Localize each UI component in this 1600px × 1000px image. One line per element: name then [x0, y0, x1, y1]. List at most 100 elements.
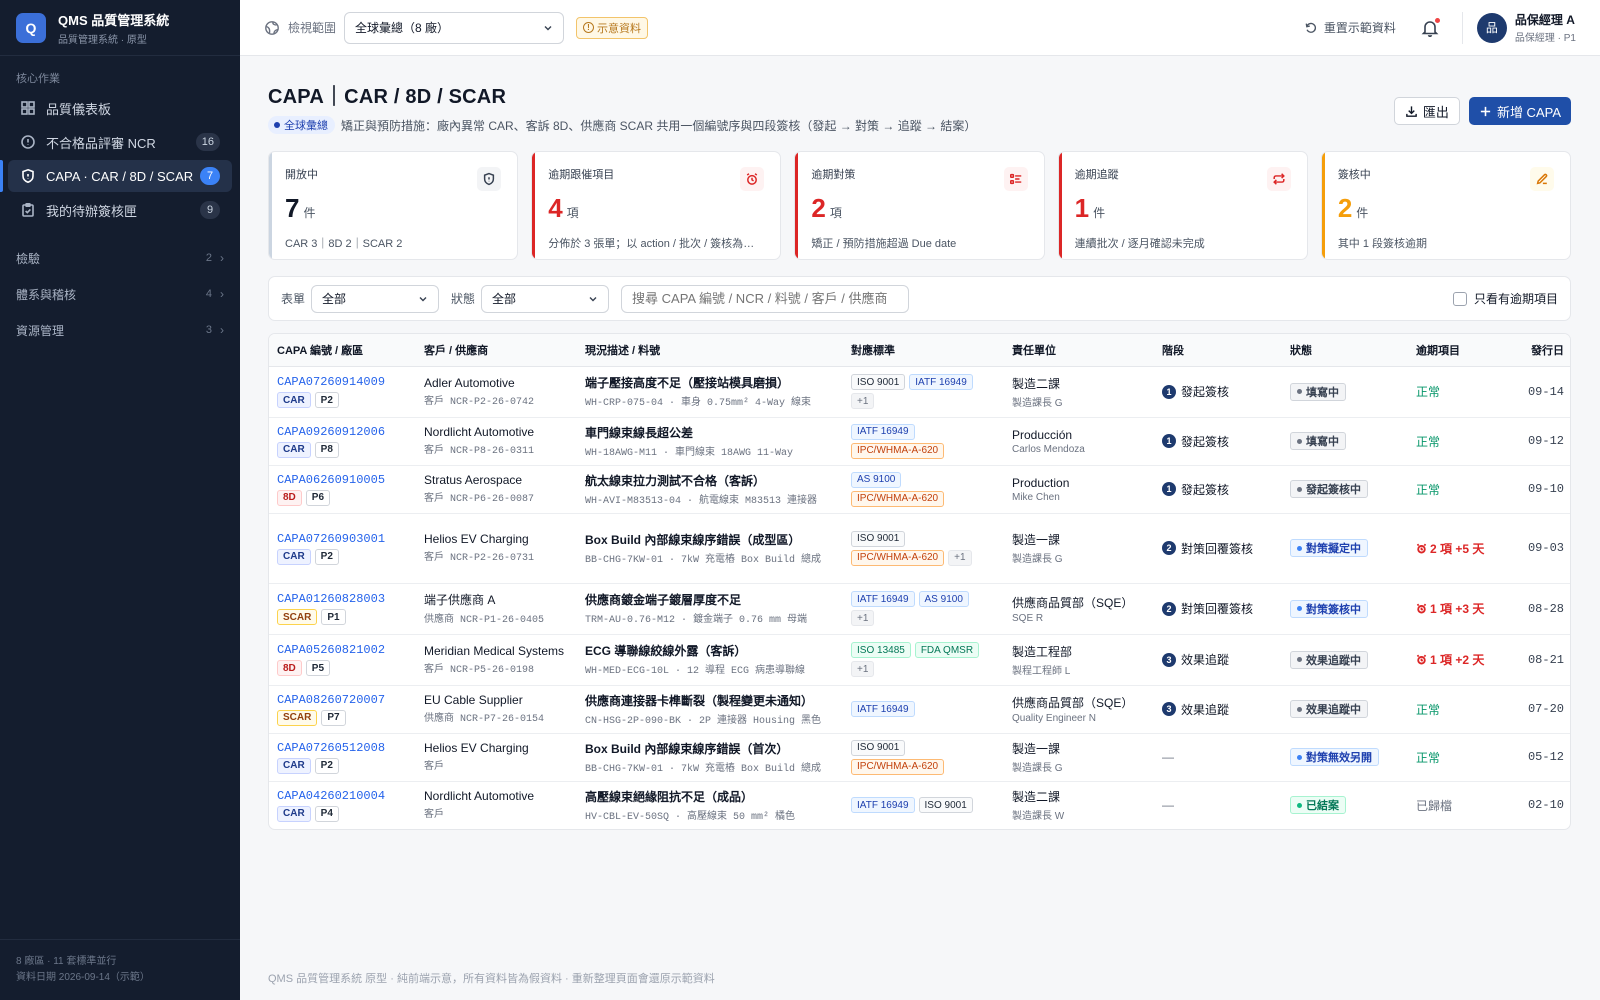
- scope-label: 檢視範圍: [288, 21, 337, 35]
- capa-id-link[interactable]: CAPA06260910005: [277, 473, 408, 487]
- scope-select[interactable]: 全球彙總（8 廠）: [344, 11, 565, 44]
- nav-group-inspection[interactable]: 檢驗 2 ›: [8, 240, 232, 276]
- cell-status: 對策無效另開: [1282, 733, 1408, 782]
- capa-id-link[interactable]: CAPA07260512008: [277, 741, 408, 755]
- stage-number: 3: [1162, 702, 1176, 716]
- user-menu[interactable]: 品 品保經理 A 品保經理 · P1: [1476, 11, 1576, 44]
- standard-tag: +1: [851, 661, 875, 677]
- notifications-button[interactable]: [1420, 16, 1441, 38]
- nav-group-system-audit[interactable]: 體系與稽核 4 ›: [8, 276, 232, 312]
- status-filter-select[interactable]: 全部: [481, 284, 610, 313]
- form-type-tag: 8D: [277, 660, 302, 676]
- issue-description: 高壓線束絕緣阻抗不足（成品）: [585, 789, 754, 804]
- form-filter-select[interactable]: 全部: [311, 284, 440, 313]
- capa-id-link[interactable]: CAPA05260821002: [277, 643, 408, 657]
- table-row[interactable]: CAPA05260821002 8D P5 Meridian Medical S…: [269, 634, 1570, 686]
- table-row[interactable]: CAPA04260210004 CAR P4 Nordlicht Automot…: [269, 781, 1570, 829]
- overdue-label: 正常: [1416, 750, 1441, 765]
- notification-dot: [1433, 16, 1441, 24]
- plant-tag: P1: [321, 609, 346, 625]
- capa-id-link[interactable]: CAPA08260720007: [277, 693, 408, 707]
- column-header[interactable]: 客戶 / 供應商: [416, 334, 577, 367]
- sidebar-item-ncr[interactable]: 不合格品評審 NCR 16: [8, 126, 232, 158]
- party-name: Stratus Aerospace: [424, 473, 523, 487]
- new-capa-button[interactable]: 新增 CAPA: [1468, 97, 1571, 125]
- status-badge: 對策簽核中: [1290, 599, 1368, 618]
- table-row[interactable]: CAPA07260512008 CAR P2 Helios EV Chargin…: [269, 733, 1570, 782]
- table-row[interactable]: CAPA07260903001 CAR P2 Helios EV Chargin…: [269, 513, 1570, 584]
- sidebar-item-dashboard[interactable]: 品質儀表板: [8, 92, 232, 124]
- capa-id-link[interactable]: CAPA07260903001: [277, 532, 408, 546]
- search-input[interactable]: [621, 284, 910, 313]
- sidebar-item-capa[interactable]: CAPA · CAR / 8D / SCAR 7: [0, 160, 232, 192]
- table-row[interactable]: CAPA06260910005 8D P6 Stratus Aerospace …: [269, 465, 1570, 514]
- column-header[interactable]: 責任單位: [1004, 334, 1154, 367]
- overdue-only-toggle[interactable]: 只看有逾期項目: [1452, 290, 1558, 307]
- stage-label: —: [1162, 798, 1174, 813]
- issue-date: 08-21: [1518, 634, 1570, 686]
- kpi-card-overdue-tracking[interactable]: 逾期追蹤 1件 連續批次 / 逐月確認未完成: [1057, 151, 1308, 260]
- responsible-person: SQE R: [1012, 612, 1044, 624]
- kpi-card-overdue-actions[interactable]: 逾期對策 2項 矯正 / 預防措施超過 Due date: [794, 151, 1045, 260]
- cell-standards: AS 9100 IPC/WHMA-A-620: [843, 465, 1004, 514]
- alarm-icon: [740, 167, 765, 191]
- dashboard-icon: [21, 101, 35, 115]
- capa-id-link[interactable]: CAPA09260912006: [277, 425, 408, 439]
- capa-id-link[interactable]: CAPA01260828003: [277, 592, 408, 606]
- table-row[interactable]: CAPA07260914009 CAR P2 Adler Automotive …: [269, 366, 1570, 418]
- standard-tag: IPC/WHMA-A-620: [851, 490, 945, 507]
- cell-status: 對策擬定中: [1282, 513, 1408, 584]
- cell-standards: ISO 13485 FDA QMSR +1: [843, 634, 1004, 686]
- cell-overdue: 正常: [1408, 685, 1518, 734]
- column-header[interactable]: 階段: [1154, 334, 1282, 367]
- table-row[interactable]: CAPA01260828003 SCAR P1 端子供應商 A 供應商 NCR-…: [269, 583, 1570, 635]
- column-header[interactable]: 逾期項目: [1408, 334, 1518, 367]
- reset-demo-button[interactable]: 重置示範資料: [1304, 19, 1396, 36]
- table-row[interactable]: CAPA08260720007 SCAR P7 EU Cable Supplie…: [269, 685, 1570, 734]
- sidebar-footer-line: 資料日期 2026-09-14（示範）: [16, 972, 150, 983]
- cell-capa-id: CAPA08260720007 SCAR P7: [269, 685, 416, 734]
- standard-tag: IATF 16949: [851, 797, 915, 814]
- approvals-count-badge: 9: [200, 201, 220, 219]
- table-row[interactable]: CAPA09260912006 CAR P8 Nordlicht Automot…: [269, 417, 1570, 466]
- nav-group-resources[interactable]: 資源管理 3 ›: [8, 312, 232, 348]
- column-header[interactable]: 狀態: [1282, 334, 1408, 367]
- plant-tag: P2: [314, 548, 339, 565]
- kpi-note: 連續批次 / 逐月確認未完成: [1074, 238, 1205, 250]
- status-label: 效果追蹤中: [1306, 704, 1361, 716]
- export-button[interactable]: 匯出: [1393, 97, 1460, 125]
- cell-standards: IATF 16949 ISO 9001: [843, 781, 1004, 829]
- capa-table-card: CAPA 編號 / 廠區 客戶 / 供應商 現況描述 / 料號 對應標準 責任單位 階段狀…: [268, 333, 1571, 830]
- alarm-icon: [1416, 543, 1427, 553]
- column-header[interactable]: 現況描述 / 料號: [577, 334, 843, 367]
- chevron-right-icon: ›: [220, 287, 224, 301]
- column-header[interactable]: 對應標準: [843, 334, 1004, 367]
- kpi-card-open[interactable]: 開放中 7件 CAR 3｜8D 2｜SCAR 2: [268, 151, 519, 260]
- capa-table: CAPA 編號 / 廠區 客戶 / 供應商 現況描述 / 料號 對應標準 責任單位 階段狀…: [269, 334, 1570, 829]
- cell-description: 車門線束線長超公差 WH-18AWG-M11 · 車門線束 18AWG 11-W…: [577, 417, 843, 466]
- form-type-tag: SCAR: [277, 609, 318, 625]
- cell-description: 供應商連接器卡榫斷裂（製程變更未通知） CN-HSG-2P-090-BK · 2…: [577, 685, 843, 734]
- kpi-value: 2: [1337, 193, 1353, 223]
- standard-tag: ISO 13485: [851, 642, 911, 658]
- capa-id-link[interactable]: CAPA07260914009: [277, 375, 408, 389]
- column-header[interactable]: CAPA 編號 / 廠區: [269, 334, 416, 367]
- sidebar-item-approvals[interactable]: 我的待辦簽核匣 9: [8, 194, 232, 226]
- chevron-right-icon: ›: [220, 323, 224, 337]
- capa-id-link[interactable]: CAPA04260210004: [277, 789, 408, 803]
- cell-description: ECG 導聯線絞線外露（客訴） WH-MED-ECG-10L · 12 導程 E…: [577, 634, 843, 686]
- cell-party: Helios EV Charging 客戶: [416, 733, 577, 782]
- kpi-card-in-approval[interactable]: 簽核中 2件 其中 1 段簽核逾期: [1320, 151, 1572, 260]
- status-filter-value: 全部: [492, 292, 517, 306]
- responsible-unit: 製造一課: [1012, 742, 1061, 756]
- cell-overdue: 1 項 +3 天: [1408, 583, 1518, 635]
- cell-owner: 供應商品質部（SQE） Quality Engineer N: [1004, 685, 1154, 734]
- part-number: TRM-AU-0.76-M12 · 鍍金端子 0.76 mm 母端: [585, 615, 808, 626]
- nav-group-label: 資源管理: [16, 323, 65, 338]
- brand[interactable]: Q QMS 品質管理系統 品質管理系統 · 原型: [0, 0, 240, 56]
- stage-number: 3: [1162, 652, 1176, 667]
- kpi-card-overdue-followups[interactable]: 逾期跟催項目 4項 分佈於 3 張單；以 action / 批次 / 簽核為單位…: [531, 151, 782, 260]
- overdue-only-checkbox[interactable]: [1452, 291, 1467, 306]
- column-header[interactable]: 發行日: [1518, 334, 1570, 367]
- cell-owner: Producción Carlos Mendoza: [1004, 417, 1154, 466]
